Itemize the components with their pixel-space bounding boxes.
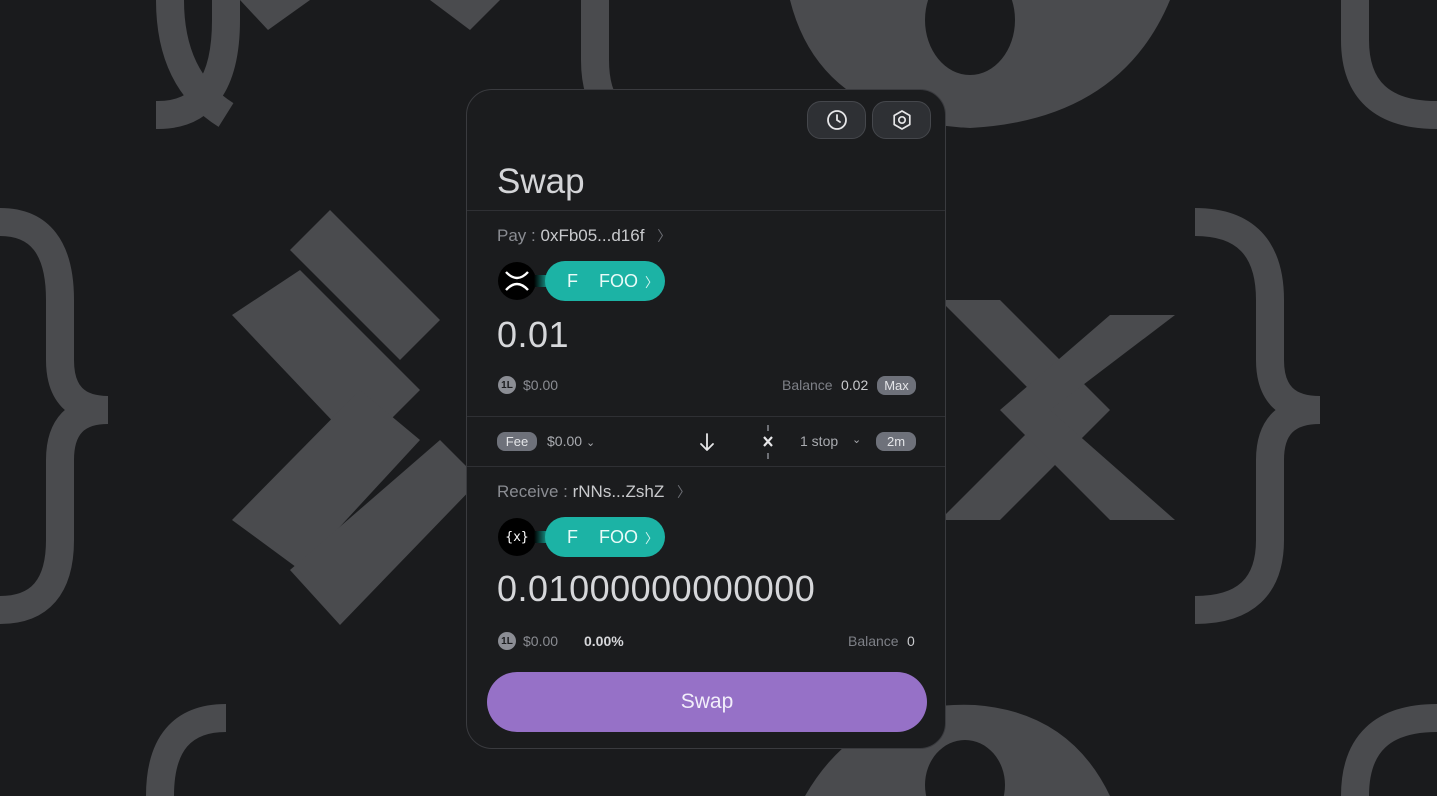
receive-usd-value: $0.00	[523, 633, 559, 649]
token-name: FOO	[599, 270, 638, 291]
gear-icon	[892, 110, 911, 130]
chevron-right-icon: 〉	[645, 530, 659, 546]
switch-direction-button[interactable]	[697, 430, 717, 454]
history-button[interactable]	[807, 101, 866, 139]
pay-token-selector[interactable]: F FOO 〉	[545, 261, 665, 301]
estimated-time-badge: 2m	[876, 432, 916, 451]
route-stops-selector[interactable]: 1 stop ⌄	[800, 433, 865, 449]
clock-icon	[826, 110, 847, 130]
receive-token-selector[interactable]: F FOO 〉	[545, 517, 665, 557]
route-x-icon	[763, 425, 773, 459]
divider	[467, 210, 945, 211]
fee-selector[interactable]: $0.00 ⌄	[547, 433, 595, 449]
chevron-down-icon: ⌄	[585, 437, 596, 449]
divider	[467, 416, 945, 417]
pay-balance-label: Balance	[782, 377, 833, 393]
pay-address-selector[interactable]: Pay : 0xFb05...d16f 〉	[497, 226, 671, 246]
route-stops: 1 stop	[800, 433, 839, 449]
pay-label: Pay :	[497, 226, 536, 245]
fee-badge: Fee	[497, 432, 537, 451]
chevron-right-icon: 〉	[645, 274, 659, 290]
receive-balance-label: Balance	[848, 633, 899, 649]
token-symbol: F	[567, 270, 578, 291]
max-button[interactable]: Max	[877, 376, 916, 395]
swap-card: Swap Pay : 0xFb05...d16f 〉 F FOO 〉 0.01 …	[466, 89, 946, 749]
chevron-down-icon: ⌄	[852, 434, 862, 446]
divider	[467, 466, 945, 467]
settings-button[interactable]	[872, 101, 931, 139]
pay-amount-input[interactable]: 0.01	[497, 314, 569, 356]
pay-address: 0xFb05...d16f	[540, 226, 645, 245]
receive-amount: 0.01000000000000	[497, 568, 816, 609]
usd-oracle-icon: 1L	[498, 376, 516, 394]
swap-button[interactable]: Swap	[487, 672, 927, 732]
usd-oracle-icon: 1L	[498, 632, 516, 650]
token-name: FOO	[599, 526, 638, 547]
page-title: Swap	[497, 162, 585, 201]
chevron-right-icon: 〉	[657, 228, 672, 244]
fee-value: $0.00	[547, 433, 583, 449]
token-symbol: F	[567, 526, 578, 547]
receive-balance-value: 0	[907, 633, 915, 649]
arrow-down-icon	[700, 433, 714, 451]
receive-address: rNNs...ZshZ	[572, 482, 665, 501]
receive-label: Receive :	[497, 482, 568, 501]
price-impact: 0.00%	[584, 633, 624, 649]
chevron-right-icon: 〉	[676, 484, 691, 500]
xrp-x-logo-icon	[498, 262, 536, 300]
pay-balance-value: 0.02	[841, 377, 869, 393]
chain-x-logo-icon: {x}	[498, 518, 536, 556]
receive-address-selector[interactable]: Receive : rNNs...ZshZ 〉	[497, 482, 691, 502]
pay-usd-value: $0.00	[523, 377, 559, 393]
